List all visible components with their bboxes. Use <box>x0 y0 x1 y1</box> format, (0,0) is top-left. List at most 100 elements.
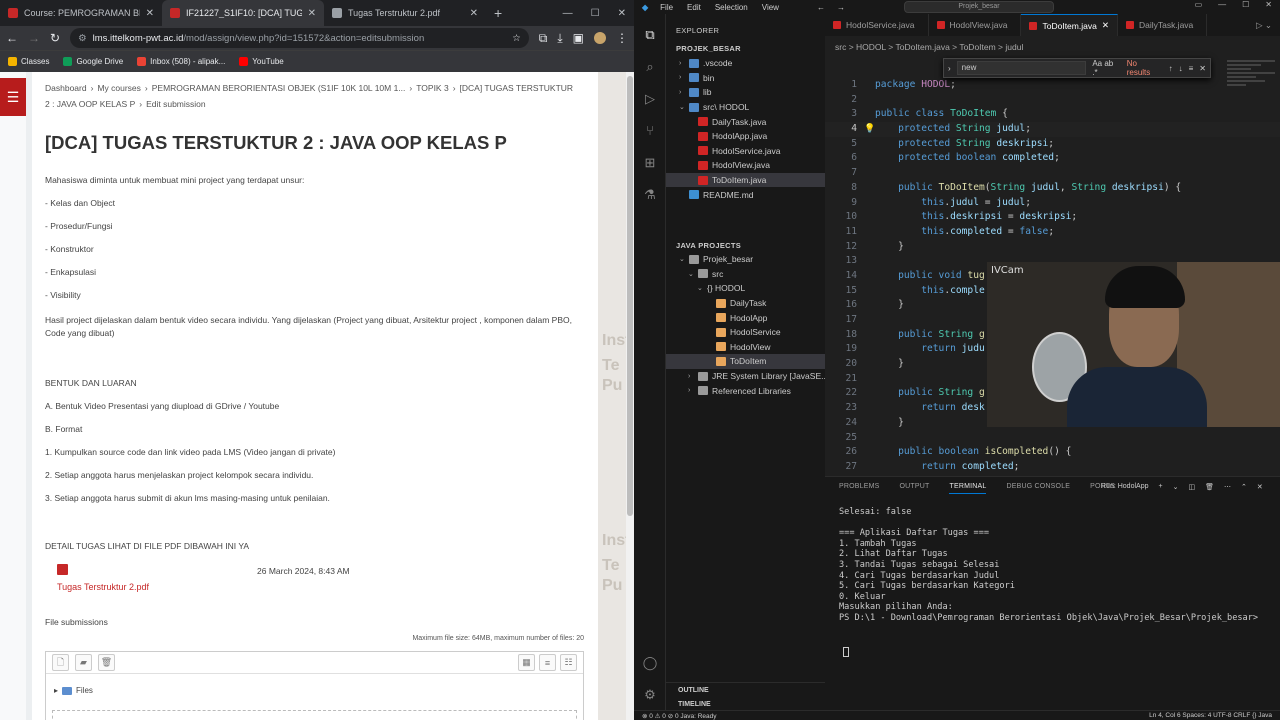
tree-item[interactable]: HodolApp <box>666 310 825 325</box>
attachment-link[interactable]: Tugas Terstruktur 2.pdf <box>57 582 149 592</box>
layout-icon[interactable]: ▭ <box>1195 0 1203 9</box>
search-icon[interactable]: ⌕ <box>641 58 659 76</box>
project-section-header[interactable]: PROJEK_BESAR <box>676 44 741 53</box>
editor-tab[interactable]: HodolView.java <box>929 14 1022 36</box>
menu-item[interactable]: File <box>660 3 673 12</box>
run-button[interactable]: ▷ ⌄ <box>1248 14 1280 36</box>
menu-item[interactable]: Edit <box>687 3 701 12</box>
minimize-icon[interactable]: — <box>563 8 573 19</box>
delete-button[interactable]: 🗑 <box>98 654 115 671</box>
tree-item[interactable]: ToDoItem <box>666 354 825 369</box>
breadcrumb-item[interactable]: My courses <box>97 83 140 93</box>
sidepanel-icon[interactable]: ▣ <box>573 31 584 45</box>
files-folder[interactable]: ▸ Files <box>54 686 93 695</box>
settings-gear-icon[interactable]: ⚙ <box>641 686 659 704</box>
tree-item[interactable]: HodolService <box>666 325 825 340</box>
tree-item[interactable]: HodolApp.java <box>666 129 825 144</box>
tab-close-icon[interactable]: ✕ <box>1102 20 1109 31</box>
profile-avatar[interactable] <box>594 32 606 44</box>
terminal-dropdown-icon[interactable]: ⌄ <box>1173 483 1179 491</box>
maximize-icon[interactable]: ☐ <box>591 8 600 19</box>
tree-item[interactable]: HodolView <box>666 340 825 355</box>
extensions-icon[interactable]: ⊞ <box>641 154 659 172</box>
timeline-header[interactable]: TIMELINE <box>678 701 711 708</box>
drawer-toggle-button[interactable]: ☰ <box>0 78 26 116</box>
tree-item[interactable]: › Referenced Libraries <box>666 383 825 398</box>
testing-icon[interactable]: ⚗ <box>641 186 659 204</box>
previous-match-icon[interactable]: ↑ <box>1169 64 1173 73</box>
outline-header[interactable]: OUTLINE <box>678 687 709 694</box>
back-icon[interactable]: ← <box>6 31 18 45</box>
tree-item[interactable]: ⌄ src\ HODOL <box>666 100 825 115</box>
page-scrollbar[interactable] <box>626 72 634 720</box>
bookmark-star-icon[interactable]: ☆ <box>512 33 521 44</box>
forward-icon[interactable]: → <box>28 31 40 45</box>
terminal-run-label[interactable]: Run: HodolApp <box>1101 483 1148 491</box>
tree-item[interactable]: DailyTask.java <box>666 114 825 129</box>
tree-item[interactable]: › JRE System Library [JavaSE... <box>666 369 825 384</box>
nav-back-icon[interactable]: ← <box>817 3 825 12</box>
browser-tab[interactable]: Tugas Terstruktur 2.pdf ✕ <box>324 0 486 26</box>
download-icon[interactable]: ⤓ <box>557 31 562 46</box>
close-find-icon[interactable]: ✕ <box>1199 64 1206 73</box>
icon-view-button[interactable]: ▦ <box>518 654 535 671</box>
drop-zone[interactable] <box>52 710 577 720</box>
tab-close-icon[interactable]: ✕ <box>146 8 154 19</box>
close-panel-icon[interactable]: ✕ <box>1257 483 1263 491</box>
find-options[interactable]: Aa ab .* <box>1092 59 1120 77</box>
list-view-button[interactable]: ≡ <box>539 654 556 671</box>
create-folder-button[interactable]: ▰ <box>75 654 92 671</box>
tree-item[interactable]: HodolView.java <box>666 158 825 173</box>
new-terminal-icon[interactable]: + <box>1158 483 1162 491</box>
find-toggle-replace-icon[interactable]: › <box>948 64 951 73</box>
tab-close-icon[interactable]: ✕ <box>470 8 478 19</box>
new-tab-button[interactable]: + <box>486 0 510 26</box>
lightbulb-icon[interactable]: 💡 <box>864 122 875 137</box>
more-actions-icon[interactable]: ⋯ <box>1224 483 1231 491</box>
tree-view-button[interactable]: ☷ <box>560 654 577 671</box>
close-window-icon[interactable]: ✕ <box>1265 0 1272 9</box>
find-input[interactable]: new <box>956 61 1087 75</box>
close-window-icon[interactable]: ✕ <box>618 8 626 19</box>
tree-item[interactable]: › bin <box>666 71 825 86</box>
menu-item[interactable]: Selection <box>715 3 748 12</box>
split-terminal-icon[interactable]: ◫ <box>1188 483 1195 491</box>
editor-tab[interactable]: DailyTask.java <box>1118 14 1208 36</box>
breadcrumb-item[interactable]: TOPIK 3 <box>416 83 448 93</box>
panel-tab[interactable]: DEBUG CONSOLE <box>1006 483 1070 494</box>
minimap[interactable] <box>1227 58 1275 118</box>
browser-tab[interactable]: IF21227_S1IF10: [DCA] TUGAS ✕ <box>162 0 324 26</box>
explorer-icon[interactable]: ⧉ <box>641 26 659 44</box>
tree-item[interactable]: README.md <box>666 187 825 202</box>
tree-item[interactable]: ⌄ src <box>666 267 825 282</box>
scrollbar-thumb[interactable] <box>627 76 633 516</box>
command-center-search[interactable]: Projek_besar <box>904 1 1054 13</box>
site-info-icon[interactable]: ⚙ <box>78 33 87 44</box>
add-file-button[interactable]: 🗋 <box>52 654 69 671</box>
tree-item[interactable]: ToDoItem.java <box>666 172 825 188</box>
panel-tab[interactable]: PROBLEMS <box>839 483 880 494</box>
editor-tab[interactable]: ToDoItem.java ✕ <box>1021 14 1118 36</box>
extensions-icon[interactable]: ⧉ <box>539 31 548 46</box>
panel-tab[interactable]: OUTPUT <box>900 483 930 494</box>
tab-close-icon[interactable]: ✕ <box>308 8 316 19</box>
java-projects-header[interactable]: JAVA PROJECTS <box>676 241 741 250</box>
tree-item[interactable]: ⌄ Projek_besar <box>666 252 825 267</box>
nav-forward-icon[interactable]: → <box>837 3 845 12</box>
bookmark-item[interactable]: Classes <box>8 57 49 66</box>
terminal-output[interactable]: Selesai: false === Aplikasi Daftar Tugas… <box>839 507 1279 624</box>
panel-tab[interactable]: TERMINAL <box>949 483 987 494</box>
tree-item[interactable]: HodolService.java <box>666 144 825 159</box>
maximize-icon[interactable]: ☐ <box>1242 0 1249 9</box>
source-control-icon[interactable]: ⑂ <box>641 122 659 140</box>
run-debug-icon[interactable]: ▷ <box>641 90 659 108</box>
maximize-panel-icon[interactable]: ⌃ <box>1241 483 1247 491</box>
reload-icon[interactable]: ↻ <box>50 31 60 45</box>
bookmark-item[interactable]: YouTube <box>239 57 284 66</box>
tree-item[interactable]: › lib <box>666 85 825 100</box>
menu-item[interactable]: View <box>762 3 779 12</box>
address-bar[interactable]: ⚙ lms.ittelkom-pwt.ac.id/mod/assign/view… <box>70 28 529 48</box>
menu-icon[interactable]: ⋮ <box>616 31 628 45</box>
status-right[interactable]: Ln 4, Col 6 Spaces: 4 UTF-8 CRLF {} Java <box>1149 712 1272 719</box>
breadcrumb-item[interactable]: PEMROGRAMAN BERORIENTASI OBJEK (S1IF 10K… <box>152 83 406 93</box>
